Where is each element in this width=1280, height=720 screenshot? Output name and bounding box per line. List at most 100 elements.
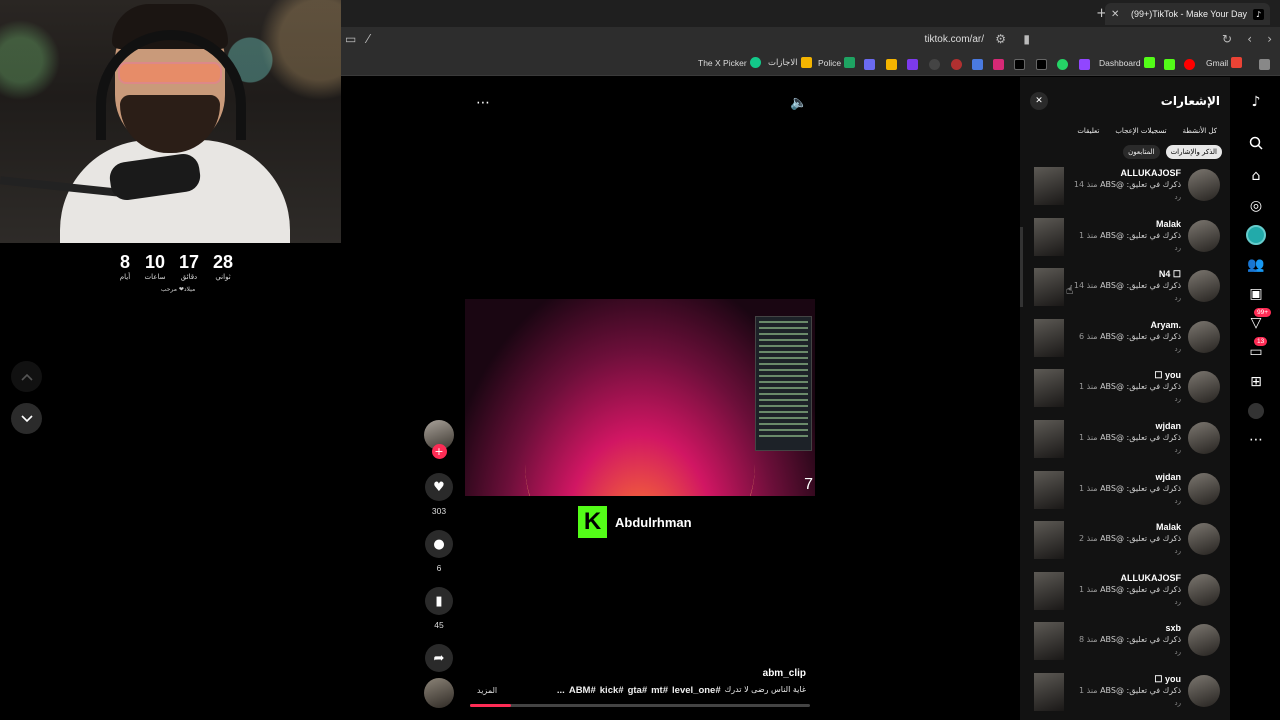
reply-link[interactable]: رد	[1175, 244, 1182, 252]
notification-video-thumbnail[interactable]	[1034, 217, 1064, 256]
reply-link[interactable]: رد	[1175, 345, 1182, 353]
hashtag[interactable]: #ABM	[569, 685, 596, 696]
messages-icon[interactable]: ▭ 13	[1244, 337, 1268, 364]
hashtag[interactable]: #kick	[600, 685, 624, 696]
kick-icon-2[interactable]	[1164, 59, 1175, 70]
notification-item[interactable]: sxb ذكرك في تعليق: @ABS منذ 8 رد	[1020, 622, 1230, 668]
notification-user-avatar[interactable]	[1188, 624, 1220, 657]
previous-video-button[interactable]	[11, 361, 42, 392]
notification-user-avatar[interactable]	[1188, 371, 1220, 404]
search-icon[interactable]	[1244, 131, 1268, 155]
twitch-icon[interactable]	[1079, 59, 1090, 70]
notification-user-avatar[interactable]	[1188, 219, 1220, 252]
notification-video-thumbnail[interactable]	[1034, 673, 1064, 711]
comment-icon[interactable]: ●	[425, 530, 453, 558]
notification-video-thumbnail[interactable]	[1034, 521, 1064, 560]
notification-username[interactable]: Malak	[1156, 522, 1181, 532]
bookmark-icon-6[interactable]	[972, 59, 983, 70]
youtube-icon[interactable]	[1184, 59, 1195, 70]
browser-tab[interactable]: ✕ (99+)TikTok - Make Your Day ♪	[1105, 3, 1270, 25]
x-icon[interactable]	[1036, 59, 1047, 70]
notification-username[interactable]: wjdan	[1155, 472, 1181, 482]
reply-link[interactable]: رد	[1175, 395, 1182, 403]
notification-username[interactable]: Aryam.	[1150, 320, 1181, 330]
notification-item[interactable]: Aryam. ذكرك في تعليق: @ABS منذ 6 رد	[1020, 318, 1230, 365]
notification-user-avatar[interactable]	[1188, 523, 1220, 556]
url-field[interactable]: tiktok.com/ar/	[925, 34, 984, 45]
sidebar-toggle-icon[interactable]: ▭	[345, 32, 356, 46]
bookmark-icon-2[interactable]	[886, 59, 897, 70]
close-panel-button[interactable]: ✕	[1030, 92, 1048, 110]
filter-followers[interactable]: المتابعون	[1123, 145, 1160, 159]
heart-icon[interactable]: ♥	[425, 473, 453, 501]
instagram-icon[interactable]	[993, 59, 1004, 70]
filter-comments[interactable]: تعليقات	[1072, 124, 1104, 138]
bookmark-gmail[interactable]: Gmail	[1206, 57, 1243, 68]
notification-item[interactable]: wjdan ذكرك في تعليق: @ABS منذ 1 رد	[1020, 470, 1230, 517]
reply-link[interactable]: رد	[1175, 446, 1182, 454]
notification-user-avatar[interactable]	[1188, 270, 1220, 303]
music-disc-avatar[interactable]	[424, 678, 454, 708]
user-avatar-icon[interactable]	[1244, 399, 1268, 423]
bookmark-icon-3[interactable]	[907, 59, 918, 70]
explore-icon[interactable]: ◎	[1244, 194, 1268, 218]
filter-mentions[interactable]: الذكر والإشارات	[1165, 145, 1222, 159]
bookmark-icon[interactable]: ▮	[1023, 32, 1030, 46]
reply-link[interactable]: رد	[1175, 699, 1182, 707]
notification-item[interactable]: N4 ☐ ذكرك في تعليق: @ABS منذ 14 رد	[1020, 268, 1230, 314]
profile-avatar-icon[interactable]	[1244, 223, 1268, 247]
bookmark-dashboard[interactable]: Dashboard	[1099, 57, 1155, 68]
live-icon[interactable]: ▣	[1244, 282, 1268, 306]
reply-link[interactable]: رد	[1175, 193, 1182, 201]
video-author[interactable]: abm_clip	[763, 668, 806, 679]
more-options-icon[interactable]: ⋯	[476, 95, 490, 111]
notification-video-thumbnail[interactable]	[1034, 268, 1064, 307]
notification-item[interactable]: wjdan ذكرك في تعليق: @ABS منذ 1 رد	[1020, 420, 1230, 466]
volume-icon[interactable]: 🔈	[790, 95, 807, 111]
notification-item[interactable]: Malak ذكرك في تعليق: @ABS منذ 1 رد	[1020, 217, 1230, 264]
reply-link[interactable]: رد	[1175, 547, 1182, 555]
notification-username[interactable]: sxb	[1165, 623, 1181, 633]
notification-item[interactable]: ALLUKAJOSF ذكرك في تعليق: @ABS منذ 1 رد	[1020, 571, 1230, 618]
notification-username[interactable]: wjdan	[1155, 421, 1181, 431]
bookmark-holidays[interactable]: الاجازات	[768, 57, 812, 68]
notification-video-thumbnail[interactable]	[1034, 318, 1064, 357]
reload-icon[interactable]: ↻	[1222, 32, 1232, 46]
translate-icon[interactable]: ⁄	[367, 32, 369, 46]
notification-item[interactable]: ☐ you ذكرك في تعليق: @ABS منذ 1 رد	[1020, 673, 1230, 719]
notification-video-thumbnail[interactable]	[1034, 470, 1064, 509]
upload-icon[interactable]: ⊞	[1244, 370, 1268, 394]
notification-item[interactable]: ALLUKAJOSF ذكرك في تعليق: @ABS منذ 14 رد	[1020, 167, 1230, 213]
notification-video-thumbnail[interactable]	[1034, 420, 1064, 458]
video-frame[interactable]: 7	[465, 299, 815, 496]
notification-user-avatar[interactable]	[1188, 675, 1220, 707]
notification-username[interactable]: Malak	[1156, 219, 1181, 229]
follow-button[interactable]: +	[431, 444, 447, 459]
notification-video-thumbnail[interactable]	[1034, 622, 1064, 661]
notification-username[interactable]: N4 ☐	[1159, 269, 1181, 280]
notification-username[interactable]: ☐ you	[1154, 370, 1181, 381]
site-settings-icon[interactable]: ⚙	[995, 32, 1006, 46]
filter-likes[interactable]: تسجيلات الإعجاب	[1110, 124, 1171, 138]
notification-username[interactable]: ☐ you	[1154, 674, 1181, 685]
forward-icon[interactable]: ›	[1267, 32, 1272, 46]
bookmark-icon-1[interactable]	[864, 59, 875, 70]
notification-video-thumbnail[interactable]	[1034, 571, 1064, 610]
reply-link[interactable]: رد	[1175, 294, 1182, 302]
hashtag[interactable]: #mt	[651, 685, 668, 696]
more-icon[interactable]: ⋯	[1244, 428, 1268, 452]
share-icon[interactable]: ➦	[425, 644, 453, 672]
more-button[interactable]: المزيد	[477, 686, 497, 695]
filter-all-activity[interactable]: كل الأنشطة	[1178, 124, 1222, 138]
bookmark-save-icon[interactable]: ▮	[425, 587, 453, 615]
bookmark-police[interactable]: Police	[818, 57, 856, 68]
notification-item[interactable]: Malak ذكرك في تعليق: @ABS منذ 2 رد	[1020, 521, 1230, 567]
bookmark-x-picker[interactable]: The X Picker	[698, 57, 761, 68]
video-progress-bar[interactable]	[470, 704, 810, 707]
close-tab-icon[interactable]: ✕	[1111, 9, 1119, 20]
notification-user-avatar[interactable]	[1188, 320, 1220, 353]
reply-link[interactable]: رد	[1175, 648, 1182, 656]
notification-video-thumbnail[interactable]	[1034, 167, 1064, 205]
tiktok-logo-icon[interactable]: ♪	[1244, 90, 1268, 114]
notification-user-avatar[interactable]	[1188, 472, 1220, 505]
